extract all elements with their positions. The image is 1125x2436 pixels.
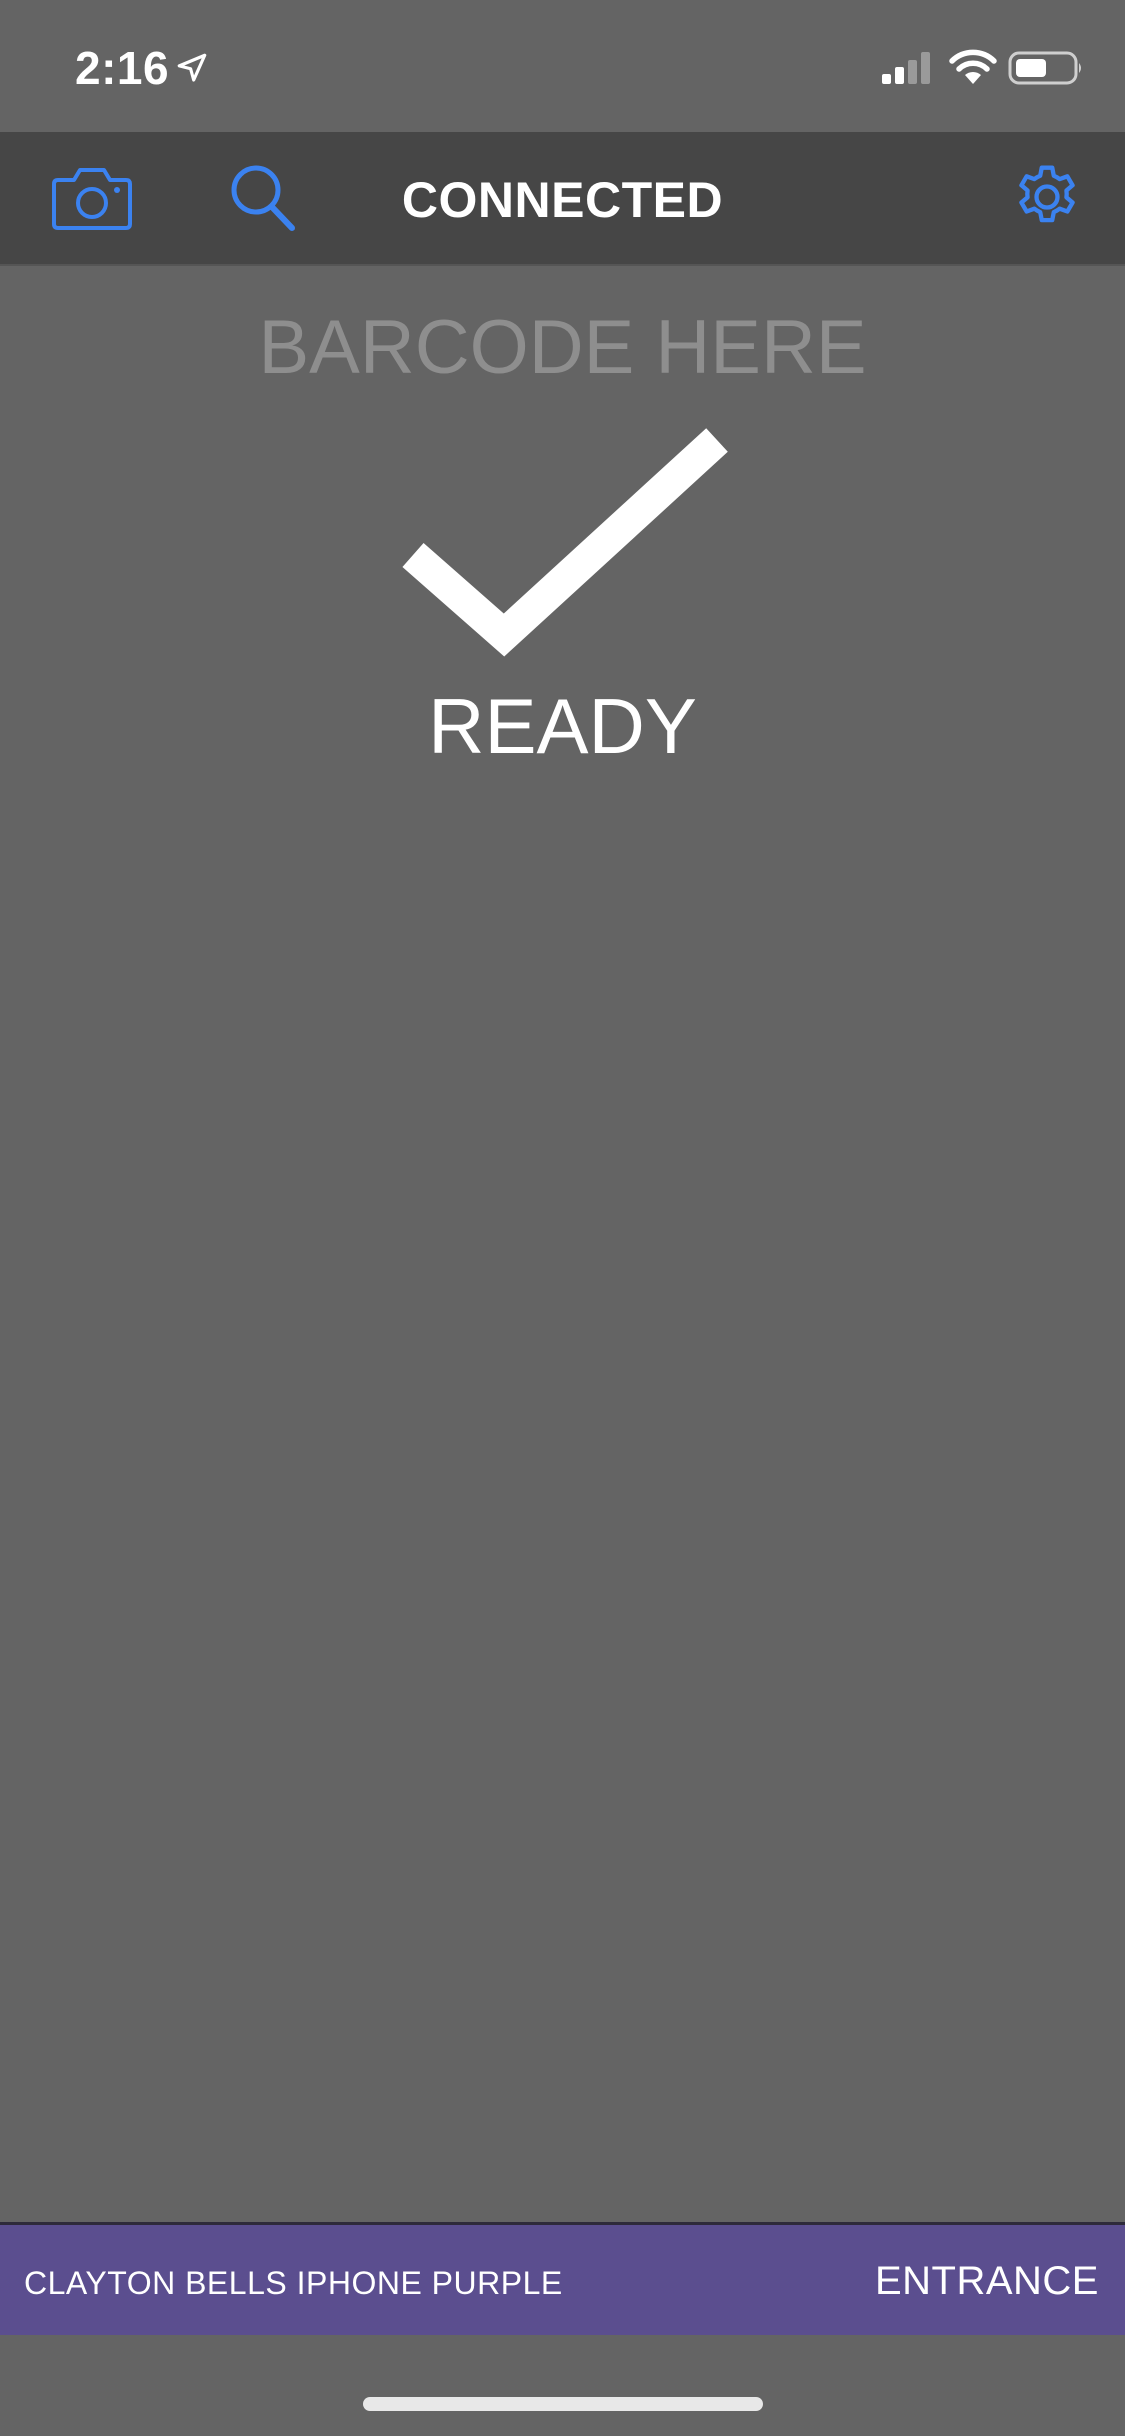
station-name[interactable]: ENTRANCE (875, 2257, 1099, 2305)
camera-button[interactable] (50, 162, 134, 234)
location-arrow-icon (175, 51, 209, 85)
search-icon (231, 165, 295, 231)
device-name: CLAYTON BELLS IPHONE PURPLE (24, 2265, 563, 2301)
wifi-icon (948, 48, 998, 86)
camera-icon (52, 168, 132, 230)
scan-status-text: READY (428, 682, 697, 770)
device-info-bar: CLAYTON BELLS IPHONE PURPLE ENTRANCE (0, 2222, 1125, 2335)
cellular-signal-icon (880, 50, 934, 86)
connection-status-title: CONNECTED (401, 172, 724, 228)
status-time: 2:16 (75, 42, 170, 94)
gear-icon (1019, 165, 1075, 223)
home-indicator[interactable] (363, 2397, 763, 2411)
search-button[interactable] (228, 162, 298, 234)
top-toolbar: CONNECTED (0, 132, 1125, 266)
app-screen: 2:16 CONNECTED BARCODE HERE READY CLAYTO… (0, 0, 1125, 2436)
settings-button[interactable] (1010, 160, 1084, 234)
battery-icon (1008, 50, 1084, 86)
barcode-input[interactable] (120, 302, 1005, 392)
status-bar: 2:16 (0, 0, 1125, 132)
checkmark-icon (395, 410, 735, 660)
